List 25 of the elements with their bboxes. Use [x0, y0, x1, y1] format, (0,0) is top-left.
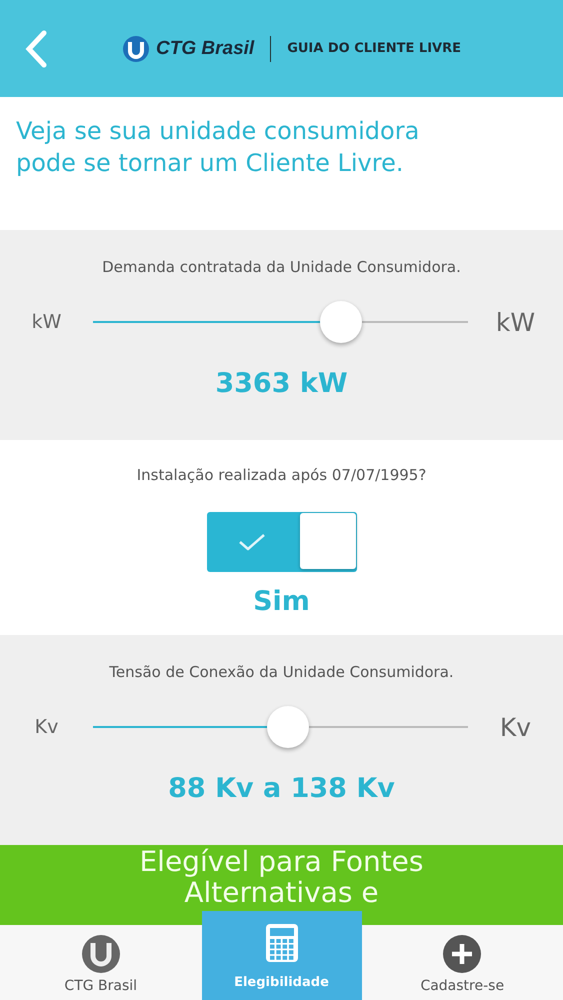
- back-icon: [24, 30, 48, 68]
- check-icon: [236, 531, 266, 553]
- max-unit: Kv: [498, 712, 532, 742]
- min-unit: Kv: [34, 716, 60, 738]
- header-title: GUIA DO CLIENTE LIVRE: [287, 41, 461, 56]
- slider-value: 88 Kv a 138 Kv: [168, 773, 395, 804]
- question-label: Instalação realizada após 07/07/1995?: [136, 466, 426, 484]
- calculator-icon: [264, 923, 298, 963]
- toggle-switch[interactable]: [206, 512, 356, 572]
- logo-icon: [122, 34, 150, 62]
- max-unit: kW: [494, 308, 536, 336]
- toggle-value: Sim: [253, 586, 310, 617]
- heading: Veja se sua unidade consumidora pode se tornar um Cliente Livre.: [16, 116, 420, 179]
- question-label: Tensão de Conexão da Unidade Consumidora.: [109, 663, 454, 681]
- slider-thumb[interactable]: [267, 706, 309, 748]
- slider-thumb[interactable]: [320, 301, 362, 343]
- add-icon: [442, 934, 482, 974]
- result-text: Elegível para Fontes Alternativas e: [138, 846, 424, 911]
- logo-icon: [80, 934, 121, 974]
- min-unit: kW: [30, 311, 62, 333]
- tab[interactable]: Cadastre-se: [362, 925, 563, 1000]
- brand-name: CTG Brasil: [156, 38, 254, 60]
- slider-value: 3363 kW: [215, 368, 348, 399]
- question-label: Demanda contratada da Unidade Consumidora.: [102, 258, 461, 276]
- tab[interactable]: CTG Brasil: [0, 925, 202, 1000]
